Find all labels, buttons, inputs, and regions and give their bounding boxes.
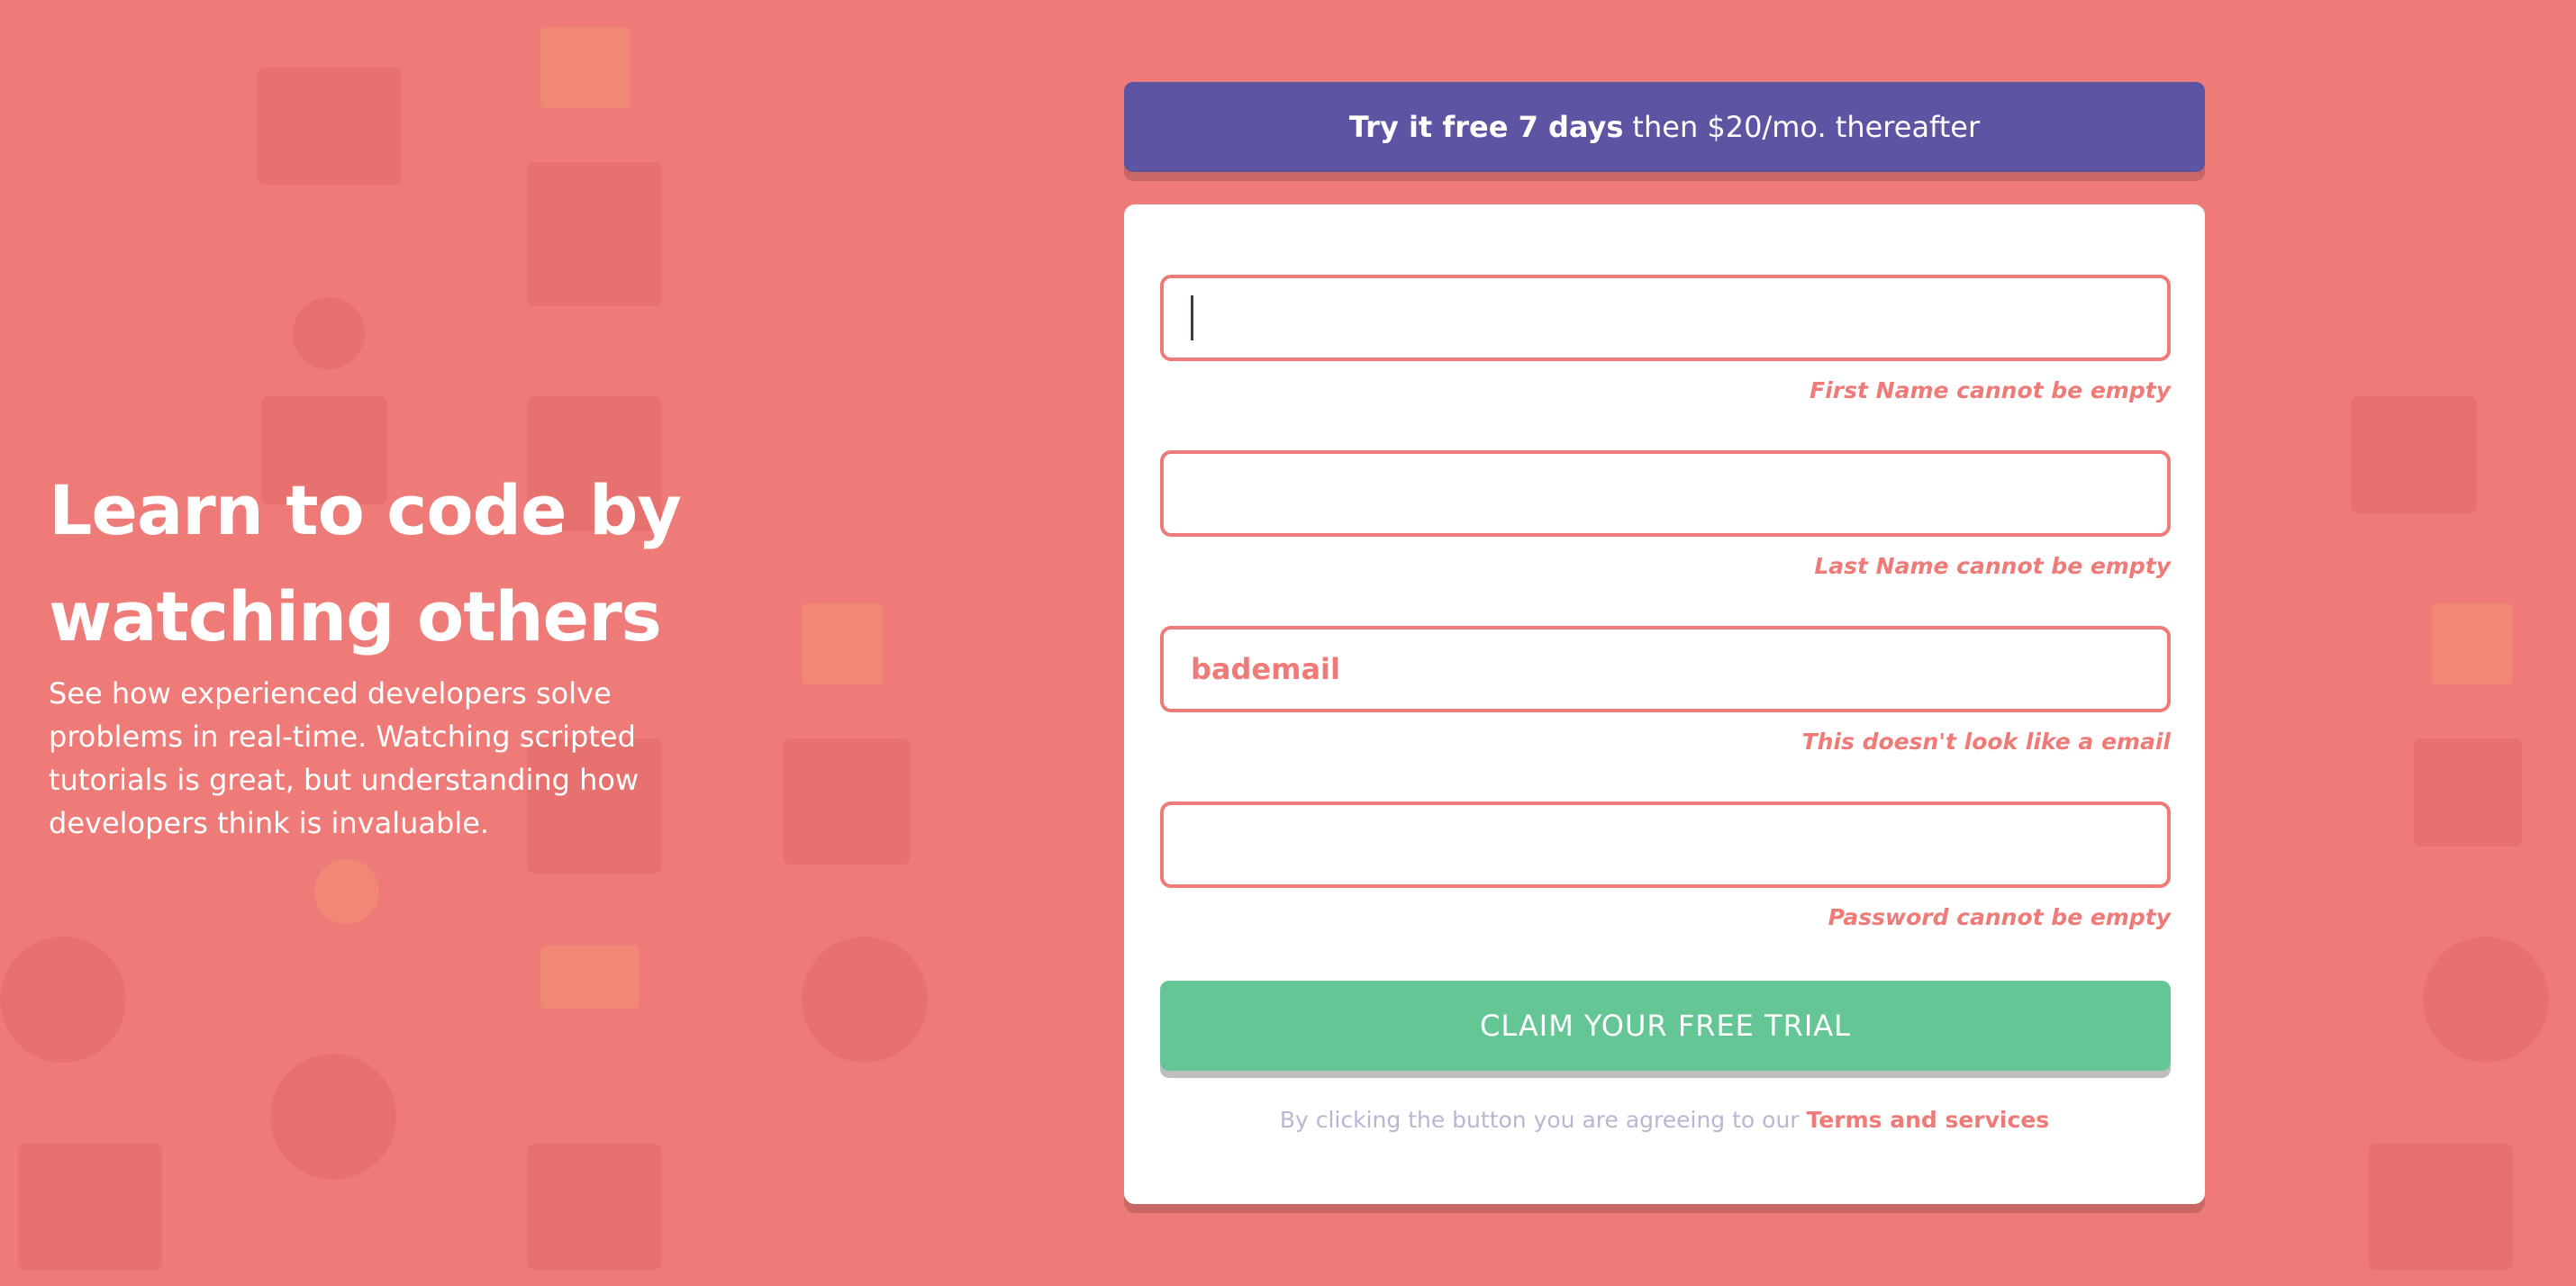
last-name-input[interactable] [1160, 450, 2171, 537]
terms-notice: By clicking the button you are agreeing … [1124, 1107, 2205, 1133]
email-group: bademail This doesn't look like a email [1160, 626, 2171, 755]
last-name-group: Last Name cannot be empty [1160, 450, 2171, 579]
hero-title-line2: watching others [49, 576, 662, 657]
terms-prefix: By clicking the button you are agreeing … [1279, 1107, 1800, 1133]
promo-bold-text: Try it free 7 days [1348, 110, 1624, 144]
hero-title: Learn to code by watching others [49, 457, 697, 670]
hero-description: See how experienced developers solve pro… [49, 676, 639, 840]
first-name-input[interactable] [1160, 275, 2171, 361]
hero-title-line1: Learn to code by [49, 470, 682, 550]
text-cursor [1191, 295, 1193, 340]
promo-banner: Try it free 7 days then $20/mo. thereaft… [1124, 82, 2205, 172]
password-error: Password cannot be empty [1828, 904, 2171, 930]
terms-link[interactable]: Terms and services [1807, 1107, 2050, 1133]
last-name-error: Last Name cannot be empty [1814, 553, 2171, 579]
hero-section: Learn to code by watching others See how … [49, 457, 697, 845]
email-input[interactable]: bademail [1160, 626, 2171, 712]
password-group: Password cannot be empty [1160, 801, 2171, 930]
claim-trial-button[interactable]: CLAIM YOUR FREE TRIAL [1160, 981, 2171, 1071]
promo-text: then $20/mo. thereafter [1632, 110, 1981, 144]
password-input[interactable] [1160, 801, 2171, 888]
email-error: This doesn't look like a email [1801, 729, 2171, 755]
first-name-error: First Name cannot be empty [1810, 377, 2171, 403]
email-value: bademail [1191, 652, 1340, 686]
first-name-group: First Name cannot be empty [1160, 275, 2171, 403]
signup-form: First Name cannot be empty Last Name can… [1124, 204, 2205, 1204]
